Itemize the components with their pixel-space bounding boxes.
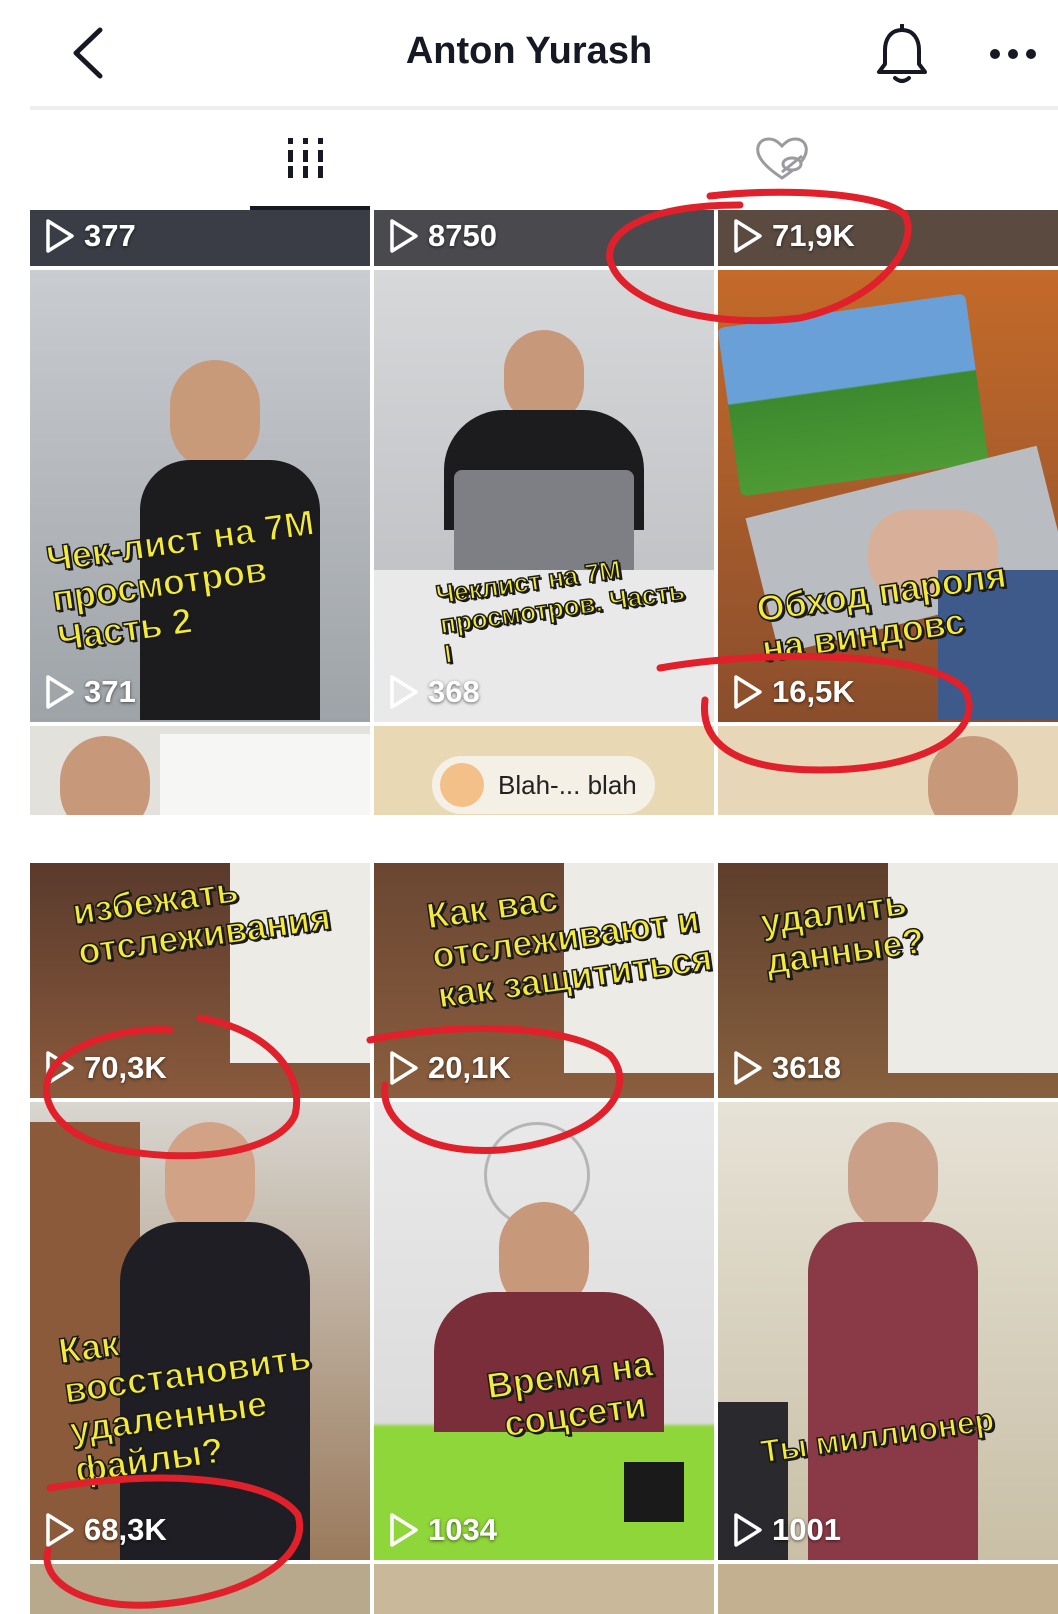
- heart-hidden-icon: [756, 137, 808, 180]
- view-count: 71,9K: [732, 218, 855, 254]
- play-icon: [390, 675, 418, 709]
- thumbnail-person: [170, 360, 260, 470]
- view-count: 1001: [732, 1512, 841, 1548]
- play-icon: [390, 219, 418, 253]
- more-options-button[interactable]: [985, 36, 1045, 72]
- video-thumbnail[interactable]: Как восстановить удаленные файлы? 68,3K: [30, 1102, 370, 1560]
- view-count: 20,1K: [388, 1050, 511, 1086]
- video-thumbnail[interactable]: [718, 726, 1058, 815]
- view-count: 377: [44, 218, 136, 254]
- video-thumbnail[interactable]: Чеклист на 7M просмотров. Часть I 368: [374, 270, 714, 722]
- more-horizontal-icon: [990, 49, 1036, 59]
- video-thumbnail[interactable]: Как вас отслеживают и как защититься 20,…: [374, 863, 714, 1098]
- video-thumbnail[interactable]: Обход пароля на виндовс 16,5K: [718, 270, 1058, 722]
- view-count: 16,5K: [732, 674, 855, 710]
- video-grid-top: 377 8750 71,9K Чек-лист на 7M просмотров…: [30, 210, 1058, 815]
- video-thumbnail[interactable]: удалить данные? 3618: [718, 863, 1058, 1098]
- play-icon: [46, 219, 74, 253]
- video-caption: Чек-лист на 7M просмотров Часть 2: [43, 501, 317, 660]
- video-grid-bottom: избежать отслеживания 70,3K Как вас отсл…: [30, 863, 1058, 1614]
- view-count: 8750: [388, 218, 497, 254]
- screenshot-separator: [0, 815, 1058, 863]
- thumbnail-person: [60, 736, 150, 815]
- whiteboard: [160, 734, 370, 815]
- thumbnail-person: [165, 1122, 255, 1237]
- thumbnail-person: [928, 736, 1018, 815]
- bell-icon: [877, 23, 927, 83]
- play-icon: [734, 1513, 762, 1547]
- view-count: 3618: [732, 1050, 841, 1086]
- thumbnail-person: [808, 1222, 978, 1560]
- play-icon: [46, 675, 74, 709]
- play-icon: [734, 675, 762, 709]
- thumbnail-person: [848, 1122, 938, 1232]
- video-thumbnail[interactable]: [374, 1564, 714, 1614]
- play-icon: [46, 1051, 74, 1085]
- video-thumbnail[interactable]: 377: [30, 210, 370, 266]
- view-count: 371: [44, 674, 136, 710]
- laptop-screen: [718, 293, 989, 497]
- profile-tabs: [30, 110, 1058, 210]
- notification-button[interactable]: [872, 23, 932, 86]
- grid-icon: [288, 138, 323, 178]
- video-thumbnail[interactable]: 71,9K: [718, 210, 1058, 266]
- view-count: 368: [388, 674, 480, 710]
- view-count: 68,3K: [44, 1512, 167, 1548]
- view-count: 70,3K: [44, 1050, 167, 1086]
- play-icon: [390, 1051, 418, 1085]
- profile-header: Anton Yurash: [0, 0, 1058, 105]
- tab-liked[interactable]: [550, 110, 1058, 210]
- video-thumbnail[interactable]: [718, 1564, 1058, 1614]
- pen-holder: [624, 1462, 684, 1522]
- video-thumbnail[interactable]: Время на соцсети 1034: [374, 1102, 714, 1560]
- video-thumbnail[interactable]: 8750: [374, 210, 714, 266]
- tab-videos[interactable]: [30, 110, 550, 210]
- video-thumbnail[interactable]: [30, 1564, 370, 1614]
- play-icon: [734, 1051, 762, 1085]
- emoji-face-icon: [440, 763, 484, 807]
- video-thumbnail[interactable]: избежать отслеживания 70,3K: [30, 863, 370, 1098]
- video-thumbnail[interactable]: Ты миллионер 1001: [718, 1102, 1058, 1560]
- video-thumbnail[interactable]: [30, 726, 370, 815]
- play-icon: [390, 1513, 418, 1547]
- video-thumbnail[interactable]: Чек-лист на 7M просмотров Часть 2 371: [30, 270, 370, 722]
- play-icon: [46, 1513, 74, 1547]
- sticker-chip: Blah-... blah: [432, 756, 655, 814]
- view-count: 1034: [388, 1512, 497, 1548]
- play-icon: [734, 219, 762, 253]
- video-thumbnail[interactable]: Blah-... blah: [374, 726, 714, 815]
